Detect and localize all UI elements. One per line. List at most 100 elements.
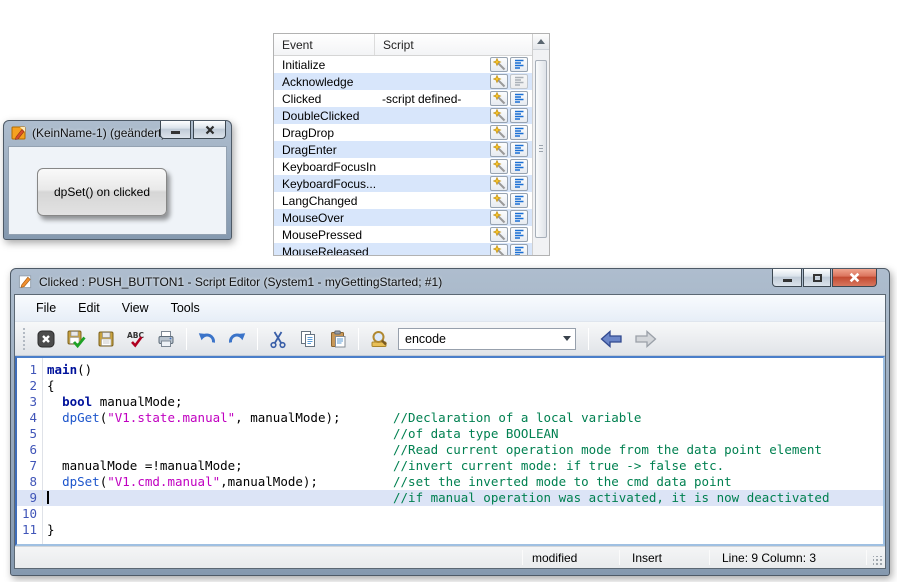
menu-view[interactable]: View (111, 297, 160, 319)
event-label: DragEnter (274, 143, 376, 157)
resize-grip-icon[interactable] (873, 556, 883, 566)
wizard-button[interactable] (490, 227, 508, 242)
script-icon (514, 161, 525, 172)
save-and-check-button[interactable] (61, 326, 91, 352)
event-row-clicked[interactable]: Clicked-script defined- (274, 90, 532, 107)
code-line-5[interactable]: 5//of data type BOOLEAN (17, 426, 883, 442)
close-editor-button[interactable] (31, 326, 61, 352)
copy-button[interactable] (293, 326, 323, 352)
wizard-button[interactable] (490, 125, 508, 140)
editor-maximize-button[interactable] (803, 269, 831, 287)
code-line-9[interactable]: 9//if manual operation was activated, it… (17, 490, 883, 506)
wizard-button[interactable] (490, 74, 508, 89)
wizard-button[interactable] (490, 57, 508, 72)
wizard-button[interactable] (490, 210, 508, 225)
code-line-4[interactable]: 4 dpGet("V1.state.manual", manualMode);/… (17, 410, 883, 426)
save-button[interactable] (91, 326, 121, 352)
code-line-11[interactable]: 11} (17, 522, 883, 538)
edit-script-button[interactable] (510, 108, 528, 123)
wizard-button[interactable] (490, 142, 508, 157)
event-row-doubleclicked[interactable]: DoubleClicked (274, 107, 532, 124)
combobox-dropdown-button[interactable] (558, 329, 575, 349)
edit-script-button[interactable] (510, 227, 528, 242)
code-line-1[interactable]: 1main() (17, 362, 883, 378)
editor-close-button[interactable] (832, 269, 877, 287)
event-row-dragenter[interactable]: DragEnter (274, 141, 532, 158)
event-row-mousepressed[interactable]: MousePressed (274, 226, 532, 243)
table-scrollbar[interactable] (532, 34, 549, 255)
menu-file[interactable]: File (25, 297, 67, 319)
event-row-keyboardfocus[interactable]: KeyboardFocus... (274, 175, 532, 192)
code-text: main() (42, 362, 883, 378)
encode-combobox[interactable]: encode (398, 328, 576, 350)
code-editor[interactable]: 1main()2{3 bool manualMode;4 dpGet("V1.s… (15, 356, 885, 546)
redo-button[interactable] (222, 326, 252, 352)
navigate-back-button[interactable] (594, 326, 628, 352)
wizard-icon (493, 228, 506, 241)
spellcheck-button[interactable]: ABC (121, 326, 151, 352)
scrollbar-up-button[interactable] (533, 34, 549, 50)
code-line-8[interactable]: 8 dpSet("V1.cmd.manual",manualMode);//se… (17, 474, 883, 490)
search-button[interactable] (364, 326, 394, 352)
edit-script-button[interactable] (510, 244, 528, 255)
line-number: 6 (17, 442, 42, 458)
edit-script-button[interactable] (510, 91, 528, 106)
wizard-button[interactable] (490, 108, 508, 123)
event-row-initialize[interactable]: Initialize (274, 56, 532, 73)
navigate-forward-button[interactable] (628, 326, 662, 352)
undo-button[interactable] (192, 326, 222, 352)
column-header-event[interactable]: Event (274, 38, 374, 52)
code-text: manualMode =!manualMode;//invert current… (42, 458, 883, 474)
code-text: //Read current operation mode from the d… (42, 442, 883, 458)
wizard-button[interactable] (490, 244, 508, 255)
wizard-button[interactable] (490, 159, 508, 174)
panel-minimize-button[interactable] (160, 121, 191, 139)
panel-close-button[interactable] (193, 121, 226, 139)
scrollbar-thumb[interactable] (535, 60, 547, 238)
code-text: //of data type BOOLEAN (42, 426, 883, 442)
wizard-button[interactable] (490, 193, 508, 208)
wizard-button[interactable] (490, 176, 508, 191)
edit-script-button[interactable] (510, 176, 528, 191)
edit-script-button[interactable] (510, 210, 528, 225)
scrollbar-grip-icon (539, 145, 543, 153)
cut-button[interactable] (263, 326, 293, 352)
code-line-3[interactable]: 3 bool manualMode; (17, 394, 883, 410)
editor-minimize-button[interactable] (772, 269, 802, 287)
edit-script-button[interactable] (510, 74, 528, 89)
wizard-icon (493, 75, 506, 88)
event-row-langchanged[interactable]: LangChanged (274, 192, 532, 209)
code-line-6[interactable]: 6//Read current operation mode from the … (17, 442, 883, 458)
event-row-mouseover[interactable]: MouseOver (274, 209, 532, 226)
minimize-icon (783, 279, 792, 282)
paste-button[interactable] (323, 326, 353, 352)
editor-titlebar[interactable]: Clicked : PUSH_BUTTON1 - Script Editor (… (11, 269, 889, 294)
copy-icon (298, 329, 318, 349)
column-header-script[interactable]: Script (374, 34, 549, 55)
event-row-mousereleased[interactable]: MouseReleased (274, 243, 532, 255)
chevron-down-icon (563, 336, 571, 341)
edit-script-button[interactable] (510, 125, 528, 140)
edit-script-button[interactable] (510, 193, 528, 208)
code-line-10[interactable]: 10 (17, 506, 883, 522)
toolbar-drag-handle[interactable] (22, 327, 27, 351)
edit-script-button[interactable] (510, 159, 528, 174)
edit-script-button[interactable] (510, 57, 528, 72)
dpset-push-button[interactable]: dpSet() on clicked (37, 168, 167, 216)
code-line-2[interactable]: 2{ (17, 378, 883, 394)
code-text: { (42, 378, 883, 394)
script-defined-label: -script defined- (376, 92, 461, 106)
panel-window-titlebar[interactable]: (KeinName-1) (geändert) (4, 121, 231, 145)
event-row-acknowledge[interactable]: Acknowledge (274, 73, 532, 90)
menu-edit[interactable]: Edit (67, 297, 111, 319)
menu-tools[interactable]: Tools (160, 297, 211, 319)
code-comment: //invert current mode: if true -> false … (393, 458, 724, 474)
event-row-dragdrop[interactable]: DragDrop (274, 124, 532, 141)
table-header[interactable]: Event Script (274, 34, 549, 56)
code-line-7[interactable]: 7 manualMode =!manualMode;//invert curre… (17, 458, 883, 474)
script-icon (514, 127, 525, 138)
wizard-button[interactable] (490, 91, 508, 106)
event-row-keyboardfocusin[interactable]: KeyboardFocusIn (274, 158, 532, 175)
print-button[interactable] (151, 326, 181, 352)
edit-script-button[interactable] (510, 142, 528, 157)
